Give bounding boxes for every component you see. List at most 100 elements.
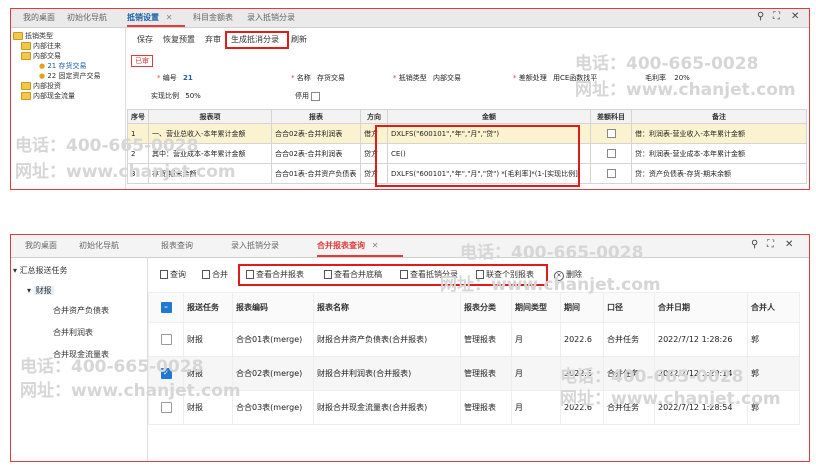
tree-item[interactable]: 合并资产负债表: [13, 305, 143, 327]
tree-item[interactable]: 内部现金流量: [13, 91, 123, 101]
tab-enter-elimination[interactable]: 录入抵销分录: [231, 237, 279, 255]
refresh-button[interactable]: 刷新: [291, 33, 307, 47]
restore-preset-button[interactable]: 恢复预置: [163, 33, 195, 47]
cell-period: 2022.6: [560, 390, 604, 425]
tab-my-desktop[interactable]: 我的桌面: [25, 237, 57, 255]
cell-period-type: 月: [511, 390, 561, 425]
search-icon[interactable]: ⚲: [757, 11, 764, 22]
view-elimination-button[interactable]: 查看抵销分录: [400, 268, 458, 282]
maximize-icon[interactable]: ⛶: [767, 239, 774, 250]
cell-task: 财报: [183, 356, 233, 391]
table-row[interactable]: 财报 合合01表(merge) 财报合并资产负债表(合并报表) 管理报表 月 2…: [148, 322, 800, 357]
tab-init-guide[interactable]: 初始化导航: [67, 9, 107, 27]
top-window: 我的桌面 初始化导航 抵销设置 ✕ 科目金额表 录入抵销分录 ⚲ ⛶ ✕ 抵销类…: [10, 8, 810, 190]
name-field[interactable]: 存货交易: [317, 74, 345, 82]
tree-root[interactable]: 抵销类型: [13, 31, 123, 41]
cell-diff: [590, 143, 632, 164]
form-diff: * 差额处理 用CE函数找平: [513, 74, 598, 82]
form-code: * 编号 21: [157, 74, 193, 82]
tab-init-guide[interactable]: 初始化导航: [79, 237, 119, 255]
cell-name: 财报合并资产负债表(合并报表): [313, 322, 461, 357]
folder-icon: [21, 42, 31, 50]
tab-merged-report-query[interactable]: 合并报表查询 ✕: [317, 237, 403, 257]
cell-name: 财报合并现金流量表(合并报表): [313, 390, 461, 425]
reject-audit-button[interactable]: 弃审: [205, 33, 221, 47]
tab-report-query[interactable]: 报表查询: [161, 237, 193, 255]
tree-item[interactable]: 合并现金流量表: [13, 349, 143, 371]
cell-item: 其中：营业成本-本年累计金额: [148, 143, 272, 164]
cell-period: 2022.6: [560, 356, 604, 391]
document-icon: [324, 270, 332, 279]
maximize-icon[interactable]: ⛶: [773, 11, 780, 22]
margin-field[interactable]: 20%: [674, 74, 690, 82]
diff-checkbox[interactable]: [606, 129, 616, 138]
cell-scope: 合并任务: [603, 356, 655, 391]
type-field[interactable]: 内部交易: [433, 74, 461, 82]
tree-item[interactable]: 内部交易: [13, 51, 123, 61]
cell-diff: [590, 123, 632, 144]
ratio-field[interactable]: 50%: [185, 92, 201, 100]
cell-select: [148, 322, 184, 357]
document-icon: [246, 270, 254, 279]
tree-item[interactable]: 内部投资: [13, 81, 123, 91]
top-tab-bar: 我的桌面 初始化导航 抵销设置 ✕ 科目金额表 录入抵销分录 ⚲ ⛶ ✕: [11, 9, 809, 28]
merge-button[interactable]: 合并: [202, 268, 228, 282]
cell-no: 3: [127, 163, 149, 184]
tree-item[interactable]: 内部往来: [13, 41, 123, 51]
table-row[interactable]: ✓ 财报 合合02表(merge) 财报合并利润表(合并报表) 管理报表 月 2…: [148, 356, 800, 391]
tab-enter-elimination[interactable]: 录入抵销分录: [247, 9, 295, 27]
diff-field[interactable]: 用CE函数找平: [553, 74, 597, 82]
disable-checkbox[interactable]: [311, 91, 321, 101]
row-checkbox[interactable]: [160, 402, 172, 413]
link-individual-report-button[interactable]: 联查个别报表: [476, 268, 534, 282]
tab-subject-amount[interactable]: 科目金额表: [193, 9, 233, 27]
cell-task: 财报: [183, 322, 233, 357]
col-no: 序号: [127, 109, 149, 124]
table-row[interactable]: 财报 合合03表(merge) 财报合并现金流量表(合并报表) 管理报表 月 2…: [148, 390, 800, 425]
close-window-icon[interactable]: ✕: [791, 11, 799, 22]
col-dir: 方向: [360, 109, 388, 124]
col-select: –: [148, 292, 184, 323]
row-checkbox-checked[interactable]: ✓: [160, 368, 172, 379]
cell-code: 合合01表(merge): [232, 322, 314, 357]
status-badge: 已审: [131, 55, 153, 67]
tab-my-desktop[interactable]: 我的桌面: [23, 9, 55, 27]
save-button[interactable]: 保存: [137, 33, 153, 47]
col-amount: 金额: [387, 109, 591, 124]
folder-icon: [13, 32, 23, 40]
search-icon[interactable]: ⚲: [751, 239, 758, 250]
select-all-checkbox[interactable]: –: [160, 302, 172, 313]
link-icon: [476, 270, 484, 279]
highlight-amount-column: [375, 125, 580, 187]
cell-user: 郭: [747, 322, 800, 357]
cell-select: ✓: [148, 356, 184, 391]
row-checkbox[interactable]: [160, 334, 172, 345]
cell-task: 财报: [183, 390, 233, 425]
diff-checkbox[interactable]: [606, 149, 616, 158]
code-field[interactable]: 21: [183, 74, 193, 82]
tree-item[interactable]: 合并利润表: [13, 327, 143, 349]
col-report: 报表: [271, 109, 361, 124]
merged-report-table: – 报送任务 报表编码 报表名称 报表分类 期间类型 期间 口径 合并日期 合并…: [148, 292, 800, 425]
tab-elimination-settings[interactable]: 抵销设置 ✕: [127, 9, 185, 27]
close-icon[interactable]: ✕: [166, 13, 173, 22]
delete-button[interactable]: ✕ 删除: [554, 268, 582, 282]
tree-group[interactable]: ▾ 财报: [13, 285, 143, 305]
cell-user: 郭: [747, 390, 800, 425]
view-merged-report-button[interactable]: 查看合并报表: [246, 268, 304, 282]
col-name: 报表名称: [313, 292, 461, 323]
tree-root[interactable]: ▾ 汇总报送任务: [13, 265, 143, 285]
cell-scope: 合并任务: [603, 322, 655, 357]
tree-item[interactable]: ● 22 固定资产交易: [13, 71, 123, 81]
tree-item[interactable]: ● 21 存货交易: [13, 61, 123, 71]
cell-date: 2022/7/12 1:28:54: [654, 390, 748, 425]
view-merge-draft-button[interactable]: 查看合并底稿: [324, 268, 382, 282]
expand-icon: ▾: [13, 266, 18, 275]
close-icon[interactable]: ✕: [372, 241, 379, 250]
close-window-icon[interactable]: ✕: [785, 239, 793, 250]
query-button[interactable]: 查询: [160, 268, 186, 282]
cell-user: 郭: [747, 356, 800, 391]
folder-icon: [21, 92, 31, 100]
highlight-generate-button: [225, 31, 289, 49]
diff-checkbox[interactable]: [606, 169, 616, 178]
